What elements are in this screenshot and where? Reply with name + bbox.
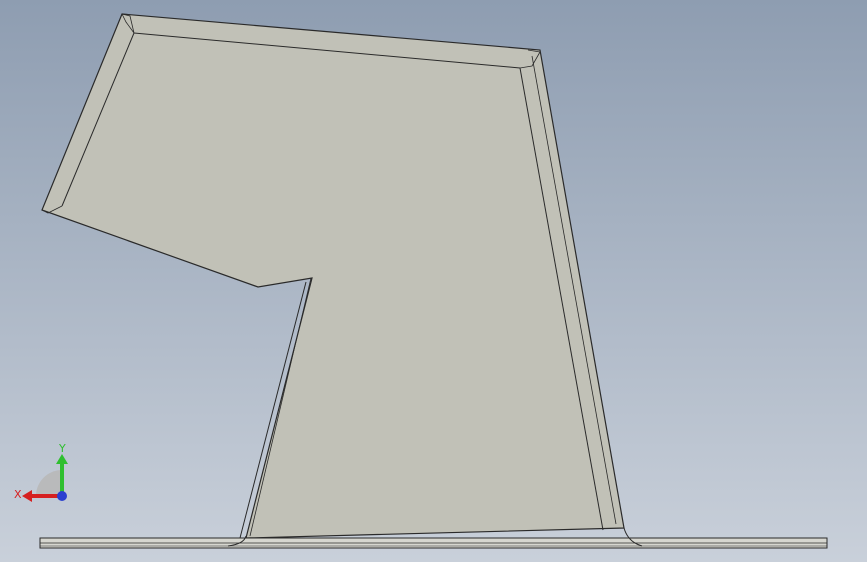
triad-z-axis xyxy=(57,491,67,501)
triad-x-arrowhead xyxy=(22,490,32,502)
part-main-face[interactable] xyxy=(41,13,625,539)
triad-plane-quadrant xyxy=(36,470,62,496)
graphics-viewport[interactable]: Y X xyxy=(0,0,867,562)
coordinate-triad: Y X xyxy=(14,442,68,502)
triad-x-label: X xyxy=(14,488,22,501)
triad-y-label: Y xyxy=(58,442,66,455)
sheet-metal-part-view[interactable] xyxy=(0,0,867,562)
triad-y-arrowhead xyxy=(56,454,68,464)
